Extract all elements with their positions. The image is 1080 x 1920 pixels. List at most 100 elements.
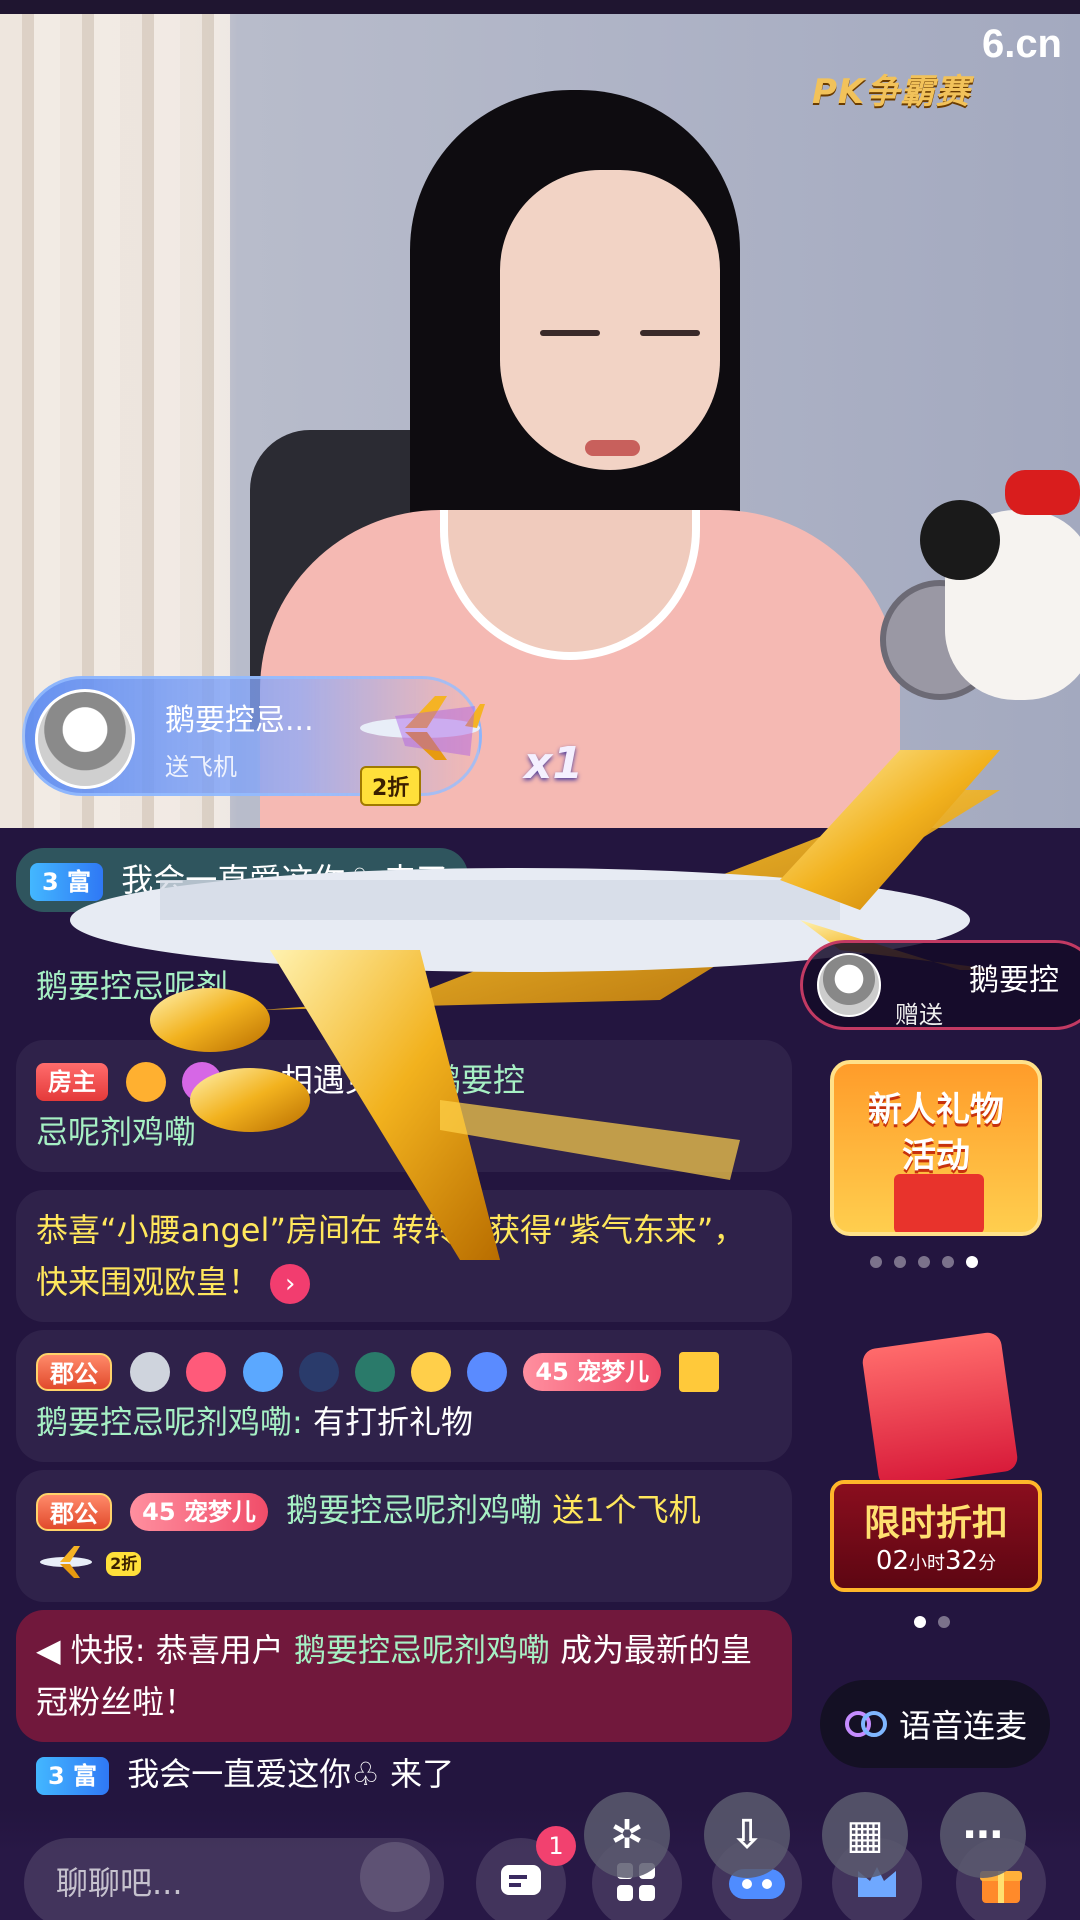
join-message: 3 富 我会一直爱这你♧ 来了: [16, 1748, 792, 1814]
download-icon[interactable]: ⇩: [704, 1792, 790, 1878]
notification-badge: 1: [536, 1826, 576, 1866]
gift-notice[interactable]: 鹅要控 赠送: [800, 940, 1080, 1030]
mouth: [585, 440, 640, 456]
host-badge: 房主: [36, 1063, 108, 1101]
gift-text: 送1个飞机: [552, 1491, 701, 1529]
cake-icon: [467, 1352, 508, 1392]
timer-hours-unit: 小时: [909, 1553, 945, 1574]
chevron-right-icon[interactable]: ›: [270, 1264, 311, 1304]
diamond-icon: [354, 1352, 395, 1392]
news-prefix: 快报:: [70, 1631, 146, 1669]
sale-timer: 02小时32分: [834, 1546, 1038, 1576]
gift-message: 郡公 45 宠梦儿 鹅要控忌呢剂鸡嘞 送1个飞机 2折: [16, 1470, 792, 1602]
join-text: 我会一直爱这你♧ 来了: [121, 861, 449, 899]
gift-sender-name: 鹅要控忌...: [165, 703, 314, 738]
link-icon: [844, 1711, 887, 1737]
eye-right: [640, 330, 700, 336]
plush-bow: [1005, 470, 1080, 515]
page-dot: [894, 1256, 906, 1268]
page-dot: [918, 1256, 930, 1268]
medal-icon: [182, 1062, 223, 1102]
heart-icon: [186, 1352, 227, 1392]
wealth-badge: 3 富: [30, 863, 104, 901]
more-icon[interactable]: ⋯: [940, 1792, 1026, 1878]
promo-line2: 活动: [902, 1136, 970, 1176]
promo-pagination: [870, 1256, 978, 1268]
gift-box-icon: [860, 1330, 1020, 1490]
menu-grid-icon[interactable]: ▦: [822, 1792, 908, 1878]
timer-minutes-unit: 分: [978, 1553, 997, 1574]
bottom-bar: 聊聊吧...: [0, 1808, 1080, 1920]
star-icon: [242, 1352, 283, 1392]
promo-line1: 新人礼物: [868, 1090, 1004, 1130]
wealth-badge: 3 富: [36, 1757, 110, 1795]
sale-label: 限时折扣: [863, 1503, 1008, 1544]
compass-icon: [298, 1352, 339, 1392]
target-name[interactable]: 鹅要控: [429, 1061, 525, 1099]
chat-bubble-icon: [501, 1865, 541, 1895]
message-text: 有打折礼物: [312, 1403, 473, 1441]
user-icon: [679, 1352, 720, 1392]
eye-left: [540, 330, 600, 336]
fan-badge: 45 宠梦儿: [523, 1353, 662, 1391]
news-text-a: 恭喜用户: [155, 1631, 284, 1669]
sender-name[interactable]: 鹅要控忌呢剂鸡嘞:: [36, 1403, 303, 1441]
voice-connect-button[interactable]: 语音连麦: [820, 1680, 1050, 1768]
shield-icon: [130, 1352, 171, 1392]
plush-ear-left: [920, 500, 1000, 580]
page-dot-active: [966, 1256, 978, 1268]
fan-level: 45: [142, 1498, 176, 1526]
streamer-face: [500, 170, 720, 470]
page-dot: [938, 1616, 950, 1628]
airplane-icon: [40, 1546, 92, 1578]
limited-sale[interactable]: 限时折扣 02小时32分: [830, 1330, 1042, 1592]
timer-hours: 02: [875, 1546, 909, 1576]
chat-list[interactable]: 3 富 我会一直爱这你♧ 来了 鹅要控忌呢剂 房主 … 相遇见 对 鹅要控 忌呢…: [0, 828, 810, 1808]
top-bar: [0, 0, 1080, 14]
chat-message: 郡公 45 宠梦儿 鹅要控忌呢剂鸡嘞: 有打折礼物: [16, 1330, 792, 1462]
noble-badge: 郡公: [36, 1353, 112, 1391]
sale-panel: 限时折扣 02小时32分: [830, 1480, 1042, 1592]
noble-badge: 郡公: [36, 1493, 112, 1531]
fan-badge: 45 宠梦儿: [130, 1493, 268, 1531]
timer-minutes: 32: [945, 1546, 979, 1576]
discount-tag: 2折: [106, 1552, 142, 1576]
fan-level: 45: [535, 1358, 569, 1386]
page-dot-active: [914, 1616, 926, 1628]
airplane-icon: [360, 696, 485, 760]
system-message[interactable]: 恭喜“小腰angel”房间在 转转乐获得“紫气东来”，快来围观欧皇！ ›: [16, 1190, 792, 1322]
sender-name[interactable]: 鹅要控忌呢剂鸡嘞: [286, 1491, 542, 1529]
page-dot: [942, 1256, 954, 1268]
gift-action: 送飞机: [165, 753, 237, 781]
gift-box-icon: [894, 1174, 984, 1232]
system-text-a: 恭喜“小腰angel”房间在: [36, 1211, 382, 1249]
chat-message: 房主 … 相遇见 对 鹅要控 忌呢剂鸡嘞: [16, 1040, 792, 1172]
sender-name[interactable]: 鹅要控忌呢剂: [36, 967, 228, 1005]
news-message[interactable]: ◀ 快报: 恭喜用户 鹅要控忌呢剂鸡嘞 成为最新的皇冠粉丝啦！: [16, 1610, 792, 1742]
avatar-icon: [411, 1352, 452, 1392]
news-user[interactable]: 鹅要控忌呢剂鸡嘞: [294, 1631, 550, 1669]
join-message: 3 富 我会一直爱这你♧ 来了: [16, 848, 469, 912]
avatar: [817, 953, 881, 1017]
avatar[interactable]: [35, 689, 135, 789]
page-dot: [870, 1256, 882, 1268]
sofa-icon[interactable]: [360, 1842, 430, 1912]
join-text: 我会一直爱这你♧ 来了: [127, 1755, 455, 1793]
target-name-cont: 忌呢剂鸡嘞: [36, 1113, 197, 1151]
brand-logo: 6.cn: [981, 22, 1062, 66]
chat-message: 鹅要控忌呢剂: [16, 946, 792, 1026]
speaker-icon: ◀: [36, 1631, 61, 1669]
fan-name: 宠梦儿: [183, 1498, 256, 1526]
sale-pagination: [914, 1616, 950, 1628]
gift-notice-user: 鹅要控: [969, 963, 1059, 998]
assistive-touch-icon[interactable]: ✲: [584, 1792, 670, 1878]
discount-tag: 2折: [360, 766, 422, 806]
newbie-gift-promo[interactable]: 新人礼物 活动: [830, 1060, 1042, 1236]
message-text: … 相遇见 对: [238, 1061, 419, 1099]
pk-badge[interactable]: PK争霸赛: [812, 64, 970, 113]
voice-label: 语音连麦: [898, 1707, 1027, 1745]
level-icon: [126, 1062, 167, 1102]
gift-notice-action: 赠送: [895, 1001, 943, 1029]
gift-count: x1: [524, 738, 583, 789]
fan-name: 宠梦儿: [577, 1358, 650, 1386]
